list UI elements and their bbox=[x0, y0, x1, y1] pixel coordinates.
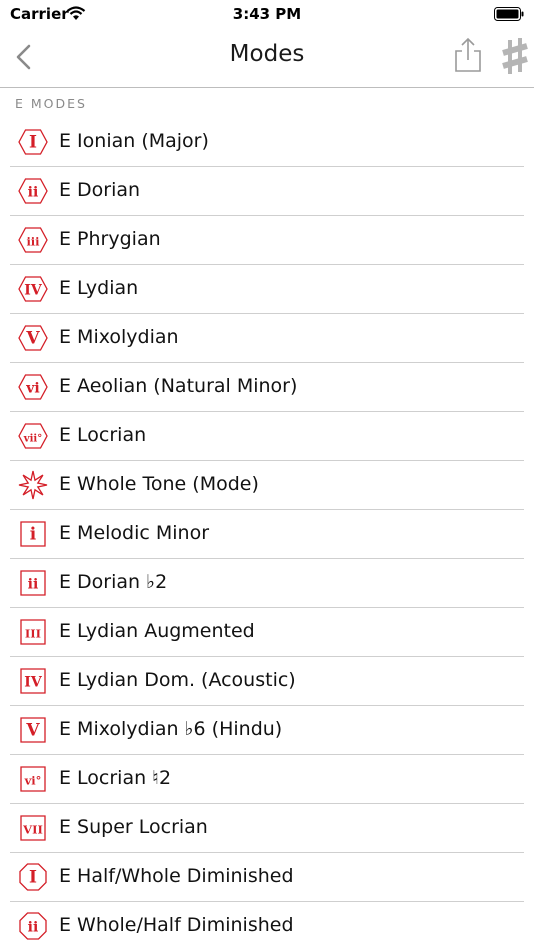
share-icon bbox=[455, 37, 481, 72]
mode-row[interactable]: E Whole Tone (Mode) bbox=[0, 461, 534, 510]
square-numeral-icon: vi° bbox=[17, 764, 49, 794]
hexagon-numeral-icon: vii° bbox=[17, 421, 49, 451]
mode-numeral: ii bbox=[28, 577, 39, 593]
mode-label: E Lydian bbox=[59, 277, 139, 299]
mode-numeral: V bbox=[25, 329, 40, 349]
mode-row[interactable]: IV E Lydian Dom. (Acoustic) bbox=[0, 657, 534, 706]
mode-label: E Super Locrian bbox=[59, 816, 208, 838]
mode-row[interactable]: III E Lydian Augmented bbox=[0, 608, 534, 657]
mode-label: E Half/Whole Diminished bbox=[59, 865, 294, 887]
hexagon-numeral-icon: vi bbox=[17, 372, 49, 402]
modes-list: IE Ionian (Major) ii E Dorian iii E Phrygian… bbox=[0, 118, 534, 950]
mode-row[interactable]: ii E Dorian ♭2 bbox=[0, 559, 534, 608]
star-icon bbox=[17, 470, 49, 500]
mode-label: E Ionian (Major) bbox=[59, 130, 209, 152]
mode-label: E Dorian bbox=[59, 179, 141, 201]
mode-row[interactable]: ii E Dorian bbox=[0, 167, 534, 216]
mode-label: E Mixolydian bbox=[59, 326, 179, 348]
hexagon-numeral-icon: IV bbox=[17, 274, 49, 304]
octagon-numeral-icon: ii bbox=[17, 911, 49, 941]
mode-label: E Aeolian (Natural Minor) bbox=[59, 375, 298, 397]
mode-row[interactable]: VII E Super Locrian bbox=[0, 804, 534, 853]
mode-numeral: I bbox=[29, 133, 37, 153]
square-numeral-icon: VII bbox=[17, 813, 49, 843]
mode-row[interactable]: V E Mixolydian ♭6 (Hindu) bbox=[0, 706, 534, 755]
mode-numeral: ii bbox=[28, 920, 39, 936]
mode-numeral: IV bbox=[24, 283, 43, 299]
share-button[interactable] bbox=[452, 36, 484, 74]
mode-row[interactable]: i E Melodic Minor bbox=[0, 510, 534, 559]
mode-row[interactable]: I E Half/Whole Diminished bbox=[0, 853, 534, 902]
square-numeral-icon: V bbox=[17, 715, 49, 745]
mode-row[interactable]: iii E Phrygian bbox=[0, 216, 534, 265]
square-numeral-icon: IV bbox=[17, 666, 49, 696]
battery-icon bbox=[494, 6, 524, 21]
mode-numeral: V bbox=[25, 721, 40, 741]
square-numeral-icon: i bbox=[17, 519, 49, 549]
mode-row[interactable]: V E Mixolydian bbox=[0, 314, 534, 363]
square-numeral-icon: III bbox=[17, 617, 49, 647]
hexagon-numeral-icon: iii bbox=[17, 225, 49, 255]
mode-label: E Lydian Dom. (Acoustic) bbox=[59, 669, 296, 691]
square-numeral-icon: ii bbox=[17, 568, 49, 598]
mode-row[interactable]: vi° E Locrian ♮2 bbox=[0, 755, 534, 804]
mode-numeral: III bbox=[25, 627, 41, 641]
mode-numeral: vii° bbox=[23, 434, 42, 445]
mode-numeral: vi bbox=[25, 381, 39, 397]
mode-label: E Locrian bbox=[59, 424, 147, 446]
hexagon-numeral-icon: I bbox=[17, 127, 49, 157]
mode-row[interactable]: vii° E Locrian bbox=[0, 412, 534, 461]
navigation-bar: Modes bbox=[0, 28, 534, 88]
mode-numeral: i bbox=[30, 525, 37, 545]
octagon-numeral-icon: I bbox=[17, 862, 49, 892]
key-signature-button[interactable] bbox=[496, 36, 534, 76]
mode-row[interactable]: vi E Aeolian (Natural Minor) bbox=[0, 363, 534, 412]
mode-label: E Locrian ♮2 bbox=[59, 767, 172, 789]
section-header: E MODES bbox=[15, 96, 87, 111]
status-bar: Carrier 3:43 PM bbox=[0, 0, 534, 28]
mode-numeral: ii bbox=[28, 185, 39, 201]
mode-label: E Whole/Half Diminished bbox=[59, 914, 294, 936]
mode-label: E Mixolydian ♭6 (Hindu) bbox=[59, 718, 283, 740]
mode-label: E Lydian Augmented bbox=[59, 620, 255, 642]
mode-numeral: vi° bbox=[24, 774, 42, 788]
sharp-icon bbox=[502, 38, 528, 74]
hexagon-numeral-icon: V bbox=[17, 323, 49, 353]
mode-label: E Phrygian bbox=[59, 228, 161, 250]
mode-label: E Dorian ♭2 bbox=[59, 571, 168, 593]
mode-row[interactable]: ii E Whole/Half Diminished bbox=[0, 902, 534, 950]
mode-numeral: iii bbox=[26, 235, 40, 249]
mode-label: E Melodic Minor bbox=[59, 522, 210, 544]
mode-row[interactable]: IV E Lydian bbox=[0, 265, 534, 314]
mode-numeral: VII bbox=[22, 823, 43, 837]
mode-numeral: I bbox=[29, 868, 37, 888]
mode-label: E Whole Tone (Mode) bbox=[59, 473, 259, 495]
mode-numeral: IV bbox=[24, 675, 43, 691]
mode-row[interactable]: I E Ionian (Major) bbox=[0, 118, 534, 167]
status-time: 3:43 PM bbox=[232, 5, 302, 23]
hexagon-numeral-icon: ii bbox=[17, 176, 49, 206]
